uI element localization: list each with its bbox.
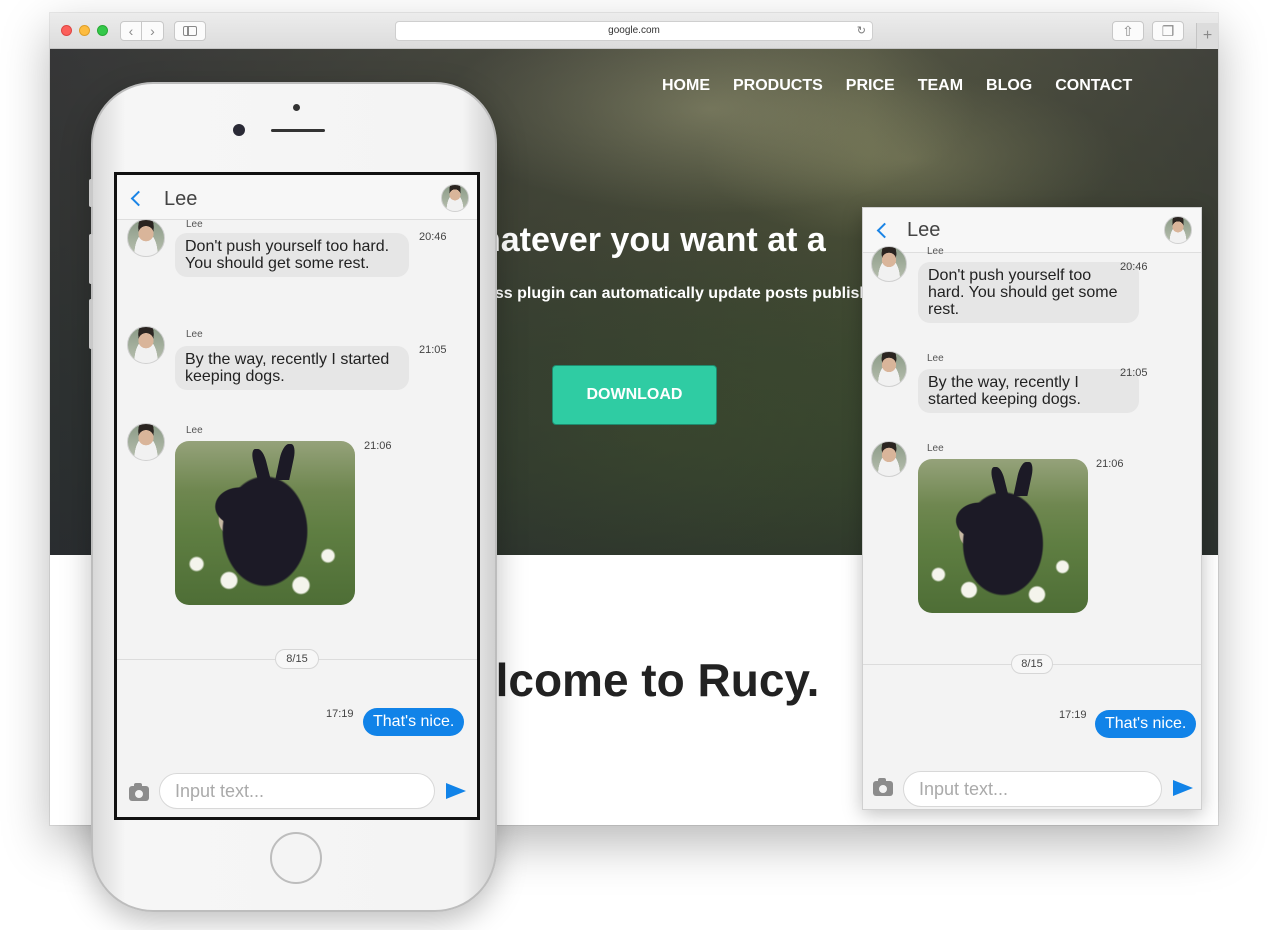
avatar xyxy=(871,246,907,282)
nav-blog[interactable]: BLOG xyxy=(986,77,1032,95)
date-badge: 8/15 xyxy=(1011,654,1053,674)
my-message-time: 17:19 xyxy=(326,708,354,720)
message-time: 21:06 xyxy=(1096,458,1124,470)
zoom-window-button[interactable] xyxy=(97,25,108,36)
hero-subtitle: ess plugin can automatically update post… xyxy=(486,285,870,302)
contact-avatar[interactable] xyxy=(441,184,469,212)
camera-icon[interactable] xyxy=(129,783,149,801)
message-time: 21:05 xyxy=(1120,367,1148,379)
message-sender: Lee xyxy=(927,353,944,364)
message-time: 21:06 xyxy=(364,440,392,452)
stage: ‹ › google.com ↻ ⇧ ❐ + HOME PRODUCTS PRI… xyxy=(0,0,1268,930)
nav-price[interactable]: PRICE xyxy=(846,77,895,95)
my-message-bubble: That's nice. xyxy=(1095,710,1197,738)
nav-home[interactable]: HOME xyxy=(662,77,710,95)
dog-photo[interactable] xyxy=(175,441,355,605)
forward-button[interactable]: › xyxy=(142,21,164,41)
contact-avatar[interactable] xyxy=(1164,216,1192,244)
send-icon[interactable] xyxy=(1173,780,1193,796)
message-bubble: Don't push yourself too hard. You should… xyxy=(918,262,1139,323)
nav-products[interactable]: PRODUCTS xyxy=(733,77,823,95)
close-window-button[interactable] xyxy=(61,25,72,36)
phone-mockup: Lee Lee Don't push yourself too hard. Yo… xyxy=(89,82,497,912)
volume-up-button xyxy=(89,234,93,284)
phone-screen: Lee Lee Don't push yourself too hard. Yo… xyxy=(114,172,480,820)
site-nav: HOME PRODUCTS PRICE TEAM BLOG CONTACT xyxy=(662,77,1155,95)
hero-title: hatever you want at a xyxy=(480,221,826,259)
avatar xyxy=(871,441,907,477)
sidebar-icon xyxy=(183,26,197,36)
tab-overview-button[interactable]: ❐ xyxy=(1152,21,1184,41)
share-icon: ⇧ xyxy=(1122,23,1134,39)
message-sender: Lee xyxy=(186,219,203,230)
message-sender: Lee xyxy=(186,329,203,340)
address-bar[interactable]: google.com ↻ xyxy=(395,21,873,41)
avatar xyxy=(127,219,165,257)
chevron-left-icon: ‹ xyxy=(128,23,134,39)
chat-contact-name: Lee xyxy=(907,219,941,241)
back-chevron-icon[interactable] xyxy=(130,190,147,207)
mute-switch xyxy=(89,179,93,207)
message-bubble: By the way, recently I started keeping d… xyxy=(918,369,1139,413)
message-sender: Lee xyxy=(927,246,944,257)
share-button[interactable]: ⇧ xyxy=(1112,21,1144,41)
avatar xyxy=(127,326,165,364)
chat-contact-name: Lee xyxy=(164,188,198,210)
new-tab-button[interactable]: + xyxy=(1196,23,1218,49)
send-icon[interactable] xyxy=(446,783,466,799)
my-message-bubble: That's nice. xyxy=(363,708,465,736)
message-time: 21:05 xyxy=(419,344,447,356)
address-text: google.com xyxy=(608,25,660,36)
phone-speaker xyxy=(271,129,325,132)
message-bubble: Don't push yourself too hard. You should… xyxy=(175,233,409,277)
avatar xyxy=(871,351,907,387)
message-sender: Lee xyxy=(186,425,203,436)
message-input[interactable]: Input text... xyxy=(903,771,1162,807)
phone-front-camera xyxy=(233,124,245,136)
volume-down-button xyxy=(89,299,93,349)
message-time: 20:46 xyxy=(419,231,447,243)
welcome-heading: elcome to Rucy. xyxy=(470,654,820,706)
my-message-time: 17:19 xyxy=(1059,709,1087,721)
browser-titlebar: ‹ › google.com ↻ ⇧ ❐ + xyxy=(50,13,1218,49)
avatar xyxy=(127,423,165,461)
message-sender: Lee xyxy=(927,443,944,454)
date-badge: 8/15 xyxy=(275,649,319,669)
download-button[interactable]: DOWNLOAD xyxy=(552,365,717,425)
back-button[interactable]: ‹ xyxy=(120,21,142,41)
chat-header: Lee xyxy=(863,208,1201,253)
reload-icon[interactable]: ↻ xyxy=(857,22,866,40)
mobile-chat-widget: Lee Lee Don't push yourself too hard. Yo… xyxy=(117,175,477,817)
phone-home-button xyxy=(270,832,322,884)
nav-team[interactable]: TEAM xyxy=(918,77,963,95)
desktop-chat-widget: Lee Lee Don't push yourself too hard. Yo… xyxy=(862,207,1202,810)
chat-header: Lee xyxy=(117,175,477,220)
camera-icon[interactable] xyxy=(873,778,893,796)
plus-icon: + xyxy=(1202,27,1213,44)
sidebar-toggle-button[interactable] xyxy=(174,21,206,41)
back-chevron-icon[interactable] xyxy=(876,222,893,239)
minimize-window-button[interactable] xyxy=(79,25,90,36)
phone-sensor xyxy=(293,104,300,111)
message-time: 20:46 xyxy=(1120,261,1148,273)
tabs-icon: ❐ xyxy=(1161,23,1175,39)
nav-contact[interactable]: CONTACT xyxy=(1055,77,1132,95)
message-input[interactable]: Input text... xyxy=(159,773,435,809)
dog-photo[interactable] xyxy=(918,459,1088,613)
chevron-right-icon: › xyxy=(150,23,155,39)
message-bubble: By the way, recently I started keeping d… xyxy=(175,346,409,390)
